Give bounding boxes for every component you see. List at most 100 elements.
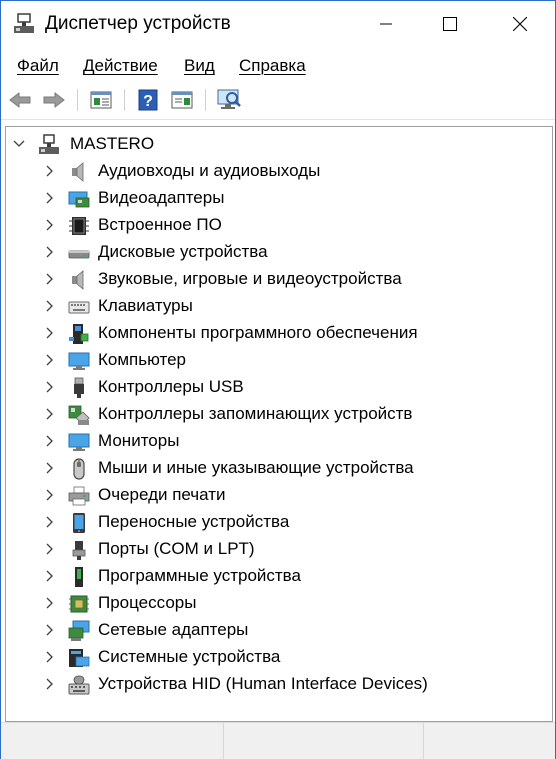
category-expander[interactable] — [43, 622, 57, 638]
close-button[interactable] — [497, 1, 543, 47]
title-bar[interactable]: Диспетчер устройств — [1, 1, 555, 47]
category-expander[interactable] — [43, 649, 57, 665]
tree-category-item[interactable]: Встроенное ПО — [6, 212, 546, 239]
minimize-icon — [380, 23, 392, 25]
device-manager-window: Диспетчер устройств Файл Действие Вид Сп… — [0, 0, 556, 759]
close-icon — [513, 17, 527, 31]
chevron-right-icon — [46, 489, 53, 501]
category-expander[interactable] — [43, 352, 57, 368]
monitor-icon — [68, 433, 90, 451]
category-expander[interactable] — [43, 298, 57, 314]
tree-category-item[interactable]: Сетевые адаптеры — [6, 617, 546, 644]
status-cell — [223, 723, 424, 759]
category-expander[interactable] — [43, 163, 57, 179]
tree-category-item[interactable]: Программные устройства — [6, 563, 546, 590]
tree-root[interactable]: MASTERO — [6, 131, 546, 158]
category-expander[interactable] — [43, 595, 57, 611]
chevron-right-icon — [46, 651, 53, 663]
tree-category-item[interactable]: Компьютер — [6, 347, 546, 374]
minimize-button[interactable] — [363, 1, 409, 47]
menu-help[interactable]: Справка — [239, 55, 306, 77]
mouse-icon — [73, 458, 85, 480]
properties-button[interactable] — [88, 87, 114, 113]
tree-category-label: Видеоадаптеры — [98, 188, 225, 207]
category-expander[interactable] — [43, 676, 57, 692]
tree-category-label: Контроллеры запоминающих устройств — [98, 404, 413, 423]
software-device-icon — [75, 567, 83, 587]
menu-action[interactable]: Действие — [83, 55, 158, 77]
chevron-right-icon — [46, 246, 53, 258]
chevron-right-icon — [46, 570, 53, 582]
tree-category-item[interactable]: Аудиовходы и аудиовыходы — [6, 158, 546, 185]
tree-category-item[interactable]: Контроллеры USB — [6, 374, 546, 401]
tree-category-item[interactable]: Контроллеры запоминающих устройств — [6, 401, 546, 428]
chevron-right-icon — [46, 273, 53, 285]
chevron-right-icon — [46, 408, 53, 420]
scan-hardware-button[interactable] — [216, 87, 242, 113]
tree-category-item[interactable]: Порты (COM и LPT) — [6, 536, 546, 563]
sound-device-icon — [72, 270, 84, 290]
computer-icon — [68, 352, 90, 370]
toolbar: ? — [1, 83, 555, 120]
tree-category-item[interactable]: Звуковые, игровые и видеоустройства — [6, 266, 546, 293]
display-adapter-icon — [68, 191, 90, 208]
chevron-right-icon — [46, 516, 53, 528]
tree-category-label: Клавиатуры — [98, 296, 193, 315]
category-expander[interactable] — [43, 514, 57, 530]
menu-file[interactable]: Файл — [17, 55, 59, 77]
tree-category-item[interactable]: Мониторы — [6, 428, 546, 455]
category-expander[interactable] — [43, 217, 57, 233]
chevron-right-icon — [46, 435, 53, 447]
category-expander[interactable] — [43, 487, 57, 503]
chevron-right-icon — [46, 678, 53, 690]
help-button[interactable]: ? — [135, 87, 161, 113]
toolbar-separator — [124, 89, 125, 111]
tree-category-item[interactable]: Компоненты программного обеспечения — [6, 320, 546, 347]
category-expander[interactable] — [43, 541, 57, 557]
tree-category-label: Переносные устройства — [98, 512, 290, 531]
category-expander[interactable] — [43, 271, 57, 287]
tree-category-item[interactable]: Клавиатуры — [6, 293, 546, 320]
tree-root-label: MASTERO — [70, 134, 155, 153]
disk-drive-icon — [68, 250, 90, 259]
tree-category-item[interactable]: Мыши и иные указывающие устройства — [6, 455, 546, 482]
category-expander[interactable] — [43, 568, 57, 584]
category-expander[interactable] — [43, 460, 57, 476]
menu-view[interactable]: Вид — [184, 55, 215, 77]
tree-category-item[interactable]: Дисковые устройства — [6, 239, 546, 266]
root-expander[interactable] — [12, 136, 26, 152]
help-icon: ? — [138, 89, 158, 111]
port-icon — [72, 541, 86, 560]
category-expander[interactable] — [43, 325, 57, 341]
software-component-icon — [69, 324, 89, 344]
status-bar — [1, 722, 555, 759]
chevron-right-icon — [46, 624, 53, 636]
menu-bar: Файл Действие Вид Справка — [1, 53, 555, 79]
tree-category-item[interactable]: Устройства HID (Human Interface Devices) — [6, 671, 546, 698]
category-expander[interactable] — [43, 244, 57, 260]
tree-category-item[interactable]: Процессоры — [6, 590, 546, 617]
category-expander[interactable] — [43, 406, 57, 422]
tree-category-item[interactable]: Очереди печати — [6, 482, 546, 509]
device-manager-app-icon — [14, 13, 34, 33]
update-driver-button[interactable] — [169, 87, 195, 113]
chevron-right-icon — [46, 354, 53, 366]
category-expander[interactable] — [43, 190, 57, 206]
maximize-button[interactable] — [427, 1, 473, 47]
toolbar-separator — [205, 89, 206, 111]
category-expander[interactable] — [43, 379, 57, 395]
tree-category-label: Звуковые, игровые и видеоустройства — [98, 269, 402, 288]
tree-category-label: Контроллеры USB — [98, 377, 244, 396]
tree-category-label: Встроенное ПО — [98, 215, 222, 234]
device-tree[interactable]: MASTERO Аудиовходы и аудиовыходы Видеоада… — [5, 126, 553, 722]
chevron-right-icon — [46, 192, 53, 204]
tree-category-item[interactable]: Системные устройства — [6, 644, 546, 671]
forward-button[interactable] — [41, 87, 67, 113]
tree-category-item[interactable]: Переносные устройства — [6, 509, 546, 536]
back-button[interactable] — [7, 87, 33, 113]
tree-category-item[interactable]: Видеоадаптеры — [6, 185, 546, 212]
tree-category-label: Дисковые устройства — [98, 242, 268, 261]
category-expander[interactable] — [43, 433, 57, 449]
tree-category-label: Мыши и иные указывающие устройства — [98, 458, 414, 477]
tree-category-label: Программные устройства — [98, 566, 301, 585]
